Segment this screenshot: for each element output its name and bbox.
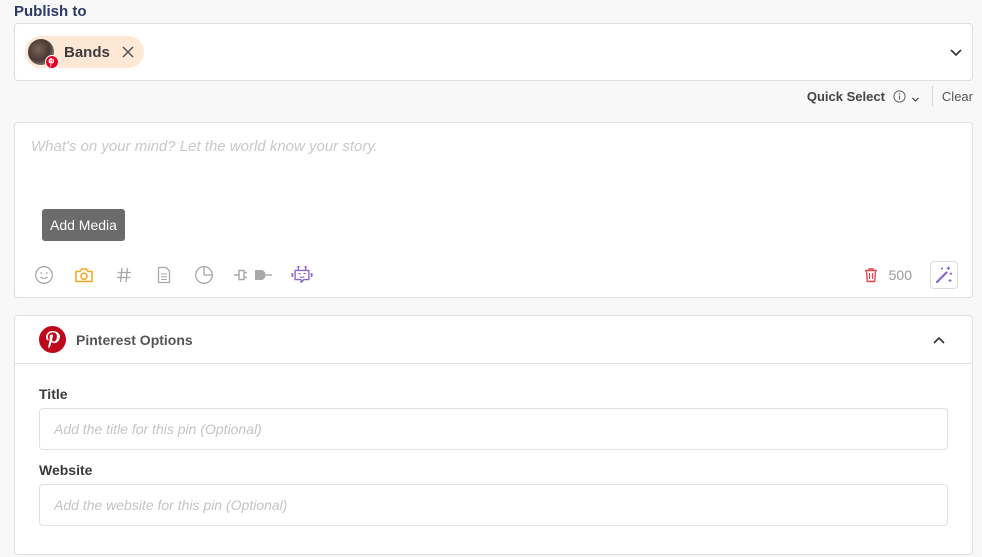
camera-icon[interactable] <box>73 264 95 286</box>
pinterest-logo-icon <box>39 326 66 353</box>
account-selector[interactable]: Bands <box>14 23 973 81</box>
account-chip: Bands <box>25 36 144 69</box>
website-field-label: Website <box>39 462 93 478</box>
quick-select-row: Quick Select Clear <box>807 86 973 106</box>
character-count: 500 <box>888 267 912 283</box>
plug-icon[interactable] <box>233 264 273 286</box>
add-media-button[interactable]: Add Media <box>42 209 125 241</box>
title-field-label: Title <box>39 386 68 402</box>
chevron-up-icon[interactable] <box>932 333 946 347</box>
document-icon[interactable] <box>153 264 175 286</box>
pinterest-badge-icon <box>45 55 59 69</box>
pin-website-input[interactable] <box>39 484 948 526</box>
clear-button[interactable]: Clear <box>942 89 973 104</box>
pinterest-options-header[interactable]: Pinterest Options <box>15 316 972 364</box>
composer-toolbar <box>33 263 331 287</box>
post-composer: Add Media 500 <box>14 122 973 298</box>
pinterest-options-title: Pinterest Options <box>76 331 193 348</box>
quick-select-label: Quick Select <box>806 88 885 104</box>
magic-wand-icon <box>935 266 953 284</box>
composer-right-tools: 500 <box>863 261 958 289</box>
pie-chart-icon[interactable] <box>193 264 215 286</box>
chevron-down-icon[interactable] <box>911 92 920 102</box>
trash-icon[interactable] <box>863 267 879 283</box>
publish-to-label: Publish to <box>14 3 87 20</box>
info-icon[interactable] <box>893 89 906 103</box>
divider <box>931 86 933 106</box>
pin-title-input[interactable] <box>39 408 948 450</box>
account-chip-label: Bands <box>64 43 110 61</box>
chevron-down-icon[interactable] <box>948 44 964 60</box>
close-icon[interactable] <box>120 44 136 60</box>
quick-select-button[interactable]: Quick Select <box>807 89 920 104</box>
hashtag-icon[interactable] <box>113 264 135 286</box>
emoji-icon[interactable] <box>33 264 55 286</box>
robot-icon[interactable] <box>291 264 313 286</box>
avatar <box>28 39 59 69</box>
pinterest-options-panel: Pinterest Options Title Website <box>14 315 973 555</box>
ai-assist-button[interactable] <box>930 261 958 289</box>
post-text-input[interactable] <box>31 138 931 155</box>
